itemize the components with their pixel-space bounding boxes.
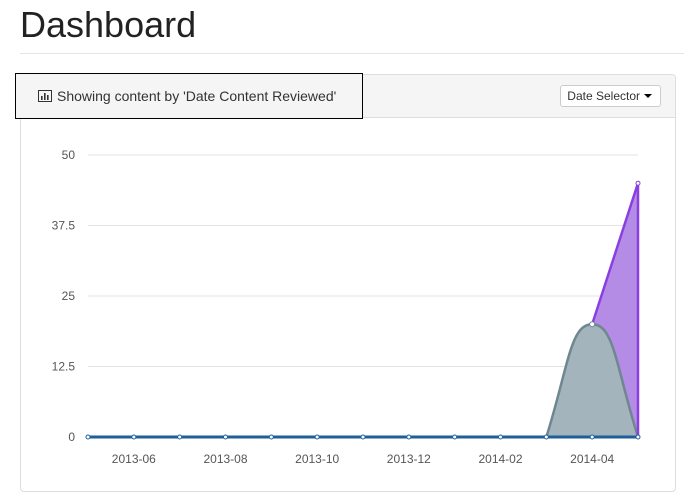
- x-tick-label: 2013-08: [203, 452, 247, 466]
- data-point: [589, 321, 596, 328]
- data-point: [635, 434, 641, 440]
- x-tick-label: 2013-10: [295, 452, 339, 466]
- y-tick-label: 0: [68, 430, 75, 444]
- data-point: [452, 434, 458, 440]
- y-tick-label: 50: [62, 148, 76, 162]
- data-point: [85, 434, 91, 440]
- data-point: [498, 434, 503, 440]
- title-divider: [20, 53, 684, 54]
- data-point: [131, 434, 137, 440]
- data-point: [177, 434, 183, 440]
- data-point: [223, 434, 228, 440]
- y-tick-label: 12.5: [52, 360, 76, 374]
- data-point: [268, 434, 274, 440]
- x-tick-label: 2013-06: [112, 452, 156, 466]
- data-point: [589, 434, 595, 440]
- y-tick-label: 25: [62, 289, 76, 303]
- data-point: [543, 434, 549, 440]
- series-purple-area: [88, 183, 638, 437]
- data-point: [360, 434, 366, 440]
- x-tick-label: 2013-12: [387, 452, 431, 466]
- page-title: Dashboard: [20, 4, 197, 45]
- data-point: [635, 180, 641, 186]
- data-point: [314, 434, 320, 440]
- x-tick-label: 2014-04: [570, 452, 614, 466]
- data-point: [406, 434, 412, 440]
- chart-panel: Showing content by 'Date Content Reviewe…: [15, 73, 676, 492]
- y-tick-label: 37.5: [52, 219, 76, 233]
- x-tick-label: 2014-02: [478, 452, 522, 466]
- area-chart: 0 12.5 25 37.5 50 2013-06 2013-08 2013-10 2013-1…: [52, 148, 641, 466]
